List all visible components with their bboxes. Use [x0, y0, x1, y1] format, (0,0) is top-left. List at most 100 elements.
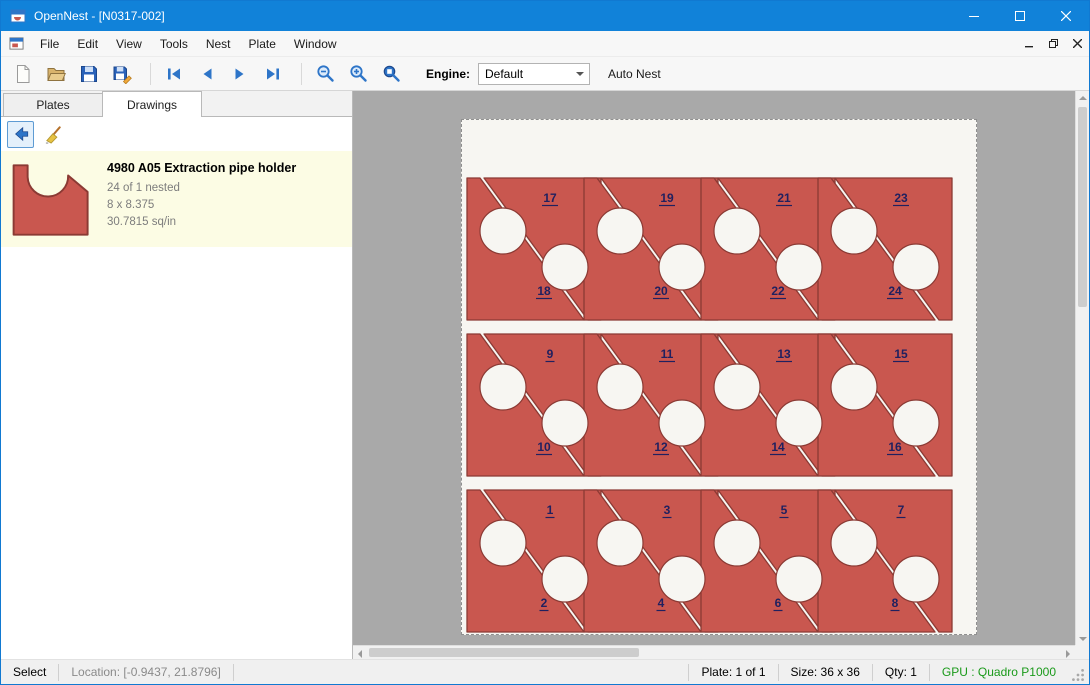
titlebar: OpenNest - [N0317-002] [1, 1, 1089, 31]
broom-icon [44, 125, 63, 144]
sidebar-toolbar [1, 117, 352, 151]
new-file-icon [13, 64, 33, 84]
scroll-up-arrow[interactable] [1076, 91, 1089, 104]
menu-plate[interactable]: Plate [240, 31, 285, 57]
maximize-icon [1015, 11, 1025, 21]
svg-text:18: 18 [537, 284, 551, 298]
new-file-button[interactable] [9, 60, 37, 87]
scroll-down-arrow[interactable] [1076, 632, 1089, 645]
mdi-minimize-button[interactable] [1017, 33, 1041, 55]
toolbar-separator [150, 63, 151, 85]
zoom-fit-icon [382, 64, 401, 83]
save-as-button[interactable] [108, 60, 136, 87]
status-gpu: GPU : Quadro P1000 [929, 664, 1068, 681]
svg-text:9: 9 [547, 347, 554, 361]
svg-text:12: 12 [654, 440, 668, 454]
status-size: Size: 36 x 36 [778, 664, 872, 681]
status-location: Location: [-0.9437, 21.8796] [59, 664, 233, 681]
status-qty: Qty: 1 [872, 664, 929, 681]
svg-text:23: 23 [894, 191, 908, 205]
scroll-left-arrow[interactable] [353, 647, 367, 659]
svg-text:5: 5 [781, 503, 788, 517]
tab-drawings-label: Drawings [127, 98, 177, 112]
menubar: File Edit View Tools Nest Plate Window [1, 31, 1089, 57]
mdi-close-button[interactable] [1065, 33, 1089, 55]
save-icon [79, 64, 99, 84]
drawing-title: 4980 A05 Extraction pipe holder [107, 161, 296, 175]
zoom-in-button[interactable] [344, 60, 372, 87]
nested-parts: 171819202122232491011121314151612345678 [462, 120, 976, 634]
zoom-in-icon [349, 64, 368, 83]
document-icon[interactable] [9, 36, 25, 52]
svg-text:24: 24 [888, 284, 902, 298]
drawing-list-item[interactable]: 4980 A05 Extraction pipe holder 24 of 1 … [1, 151, 352, 247]
maximize-button[interactable] [997, 1, 1043, 31]
nest-canvas[interactable]: 171819202122232491011121314151612345678 [353, 91, 1089, 659]
window-title: OpenNest - [N0317-002] [34, 9, 165, 23]
zoom-fit-button[interactable] [377, 60, 405, 87]
menu-tools[interactable]: Tools [151, 31, 197, 57]
go-first-button[interactable] [160, 60, 188, 87]
svg-text:6: 6 [775, 596, 782, 610]
svg-text:21: 21 [777, 191, 791, 205]
svg-text:14: 14 [771, 440, 785, 454]
status-plate: Plate: 1 of 1 [688, 664, 777, 681]
engine-select[interactable]: Default [478, 63, 590, 85]
replace-part-button[interactable] [7, 121, 34, 148]
go-previous-button[interactable] [193, 60, 221, 87]
horizontal-scrollbar[interactable] [353, 645, 1075, 659]
go-previous-icon [198, 65, 216, 83]
close-button[interactable] [1043, 1, 1089, 31]
mdi-window-controls [1017, 31, 1089, 57]
go-last-button[interactable] [259, 60, 287, 87]
horizontal-scroll-thumb[interactable] [369, 648, 639, 657]
resize-grip [1070, 667, 1086, 683]
open-folder-icon [46, 64, 66, 84]
svg-text:17: 17 [543, 191, 557, 205]
mdi-close-icon [1073, 39, 1082, 48]
engine-selected-value: Default [479, 67, 571, 81]
vertical-scrollbar[interactable] [1075, 91, 1089, 645]
svg-text:2: 2 [541, 596, 548, 610]
svg-text:11: 11 [661, 347, 674, 361]
svg-text:19: 19 [660, 191, 674, 205]
menu-view[interactable]: View [107, 31, 151, 57]
clean-button[interactable] [40, 121, 67, 148]
auto-nest-label[interactable]: Auto Nest [608, 67, 661, 81]
svg-text:16: 16 [888, 440, 902, 454]
replace-icon [12, 125, 30, 143]
toolbar-separator [301, 63, 302, 85]
vertical-scroll-thumb[interactable] [1078, 107, 1087, 307]
part-thumbnail [11, 163, 91, 237]
menu-window[interactable]: Window [285, 31, 346, 57]
drawing-nested-count: 24 of 1 nested [107, 180, 296, 197]
minimize-button[interactable] [951, 1, 997, 31]
scrollbar-corner [1075, 645, 1089, 659]
zoom-out-button[interactable] [311, 60, 339, 87]
svg-text:4: 4 [658, 596, 665, 610]
go-last-icon [264, 65, 282, 83]
menu-file[interactable]: File [31, 31, 68, 57]
menu-edit[interactable]: Edit [68, 31, 107, 57]
go-first-icon [165, 65, 183, 83]
svg-text:8: 8 [892, 596, 899, 610]
drawing-dimensions: 8 x 8.375 [107, 197, 296, 214]
tab-drawings[interactable]: Drawings [102, 91, 202, 117]
plate[interactable]: 171819202122232491011121314151612345678 [461, 119, 977, 635]
mdi-restore-button[interactable] [1041, 33, 1065, 55]
open-folder-button[interactable] [42, 60, 70, 87]
save-button[interactable] [75, 60, 103, 87]
menu-nest[interactable]: Nest [197, 31, 240, 57]
tab-plates[interactable]: Plates [3, 93, 103, 116]
mdi-minimize-icon [1025, 40, 1033, 48]
dropdown-arrow-icon [571, 72, 589, 76]
go-next-button[interactable] [226, 60, 254, 87]
tab-plates-label: Plates [36, 98, 69, 112]
zoom-out-icon [316, 64, 335, 83]
scroll-right-arrow[interactable] [1061, 647, 1075, 659]
sidebar: Plates Drawings 4980 A05 Extraction pipe… [1, 91, 353, 659]
svg-text:15: 15 [894, 347, 908, 361]
statusbar: Select Location: [-0.9437, 21.8796] Plat… [1, 659, 1089, 684]
save-as-icon [112, 64, 132, 84]
svg-text:20: 20 [654, 284, 668, 298]
